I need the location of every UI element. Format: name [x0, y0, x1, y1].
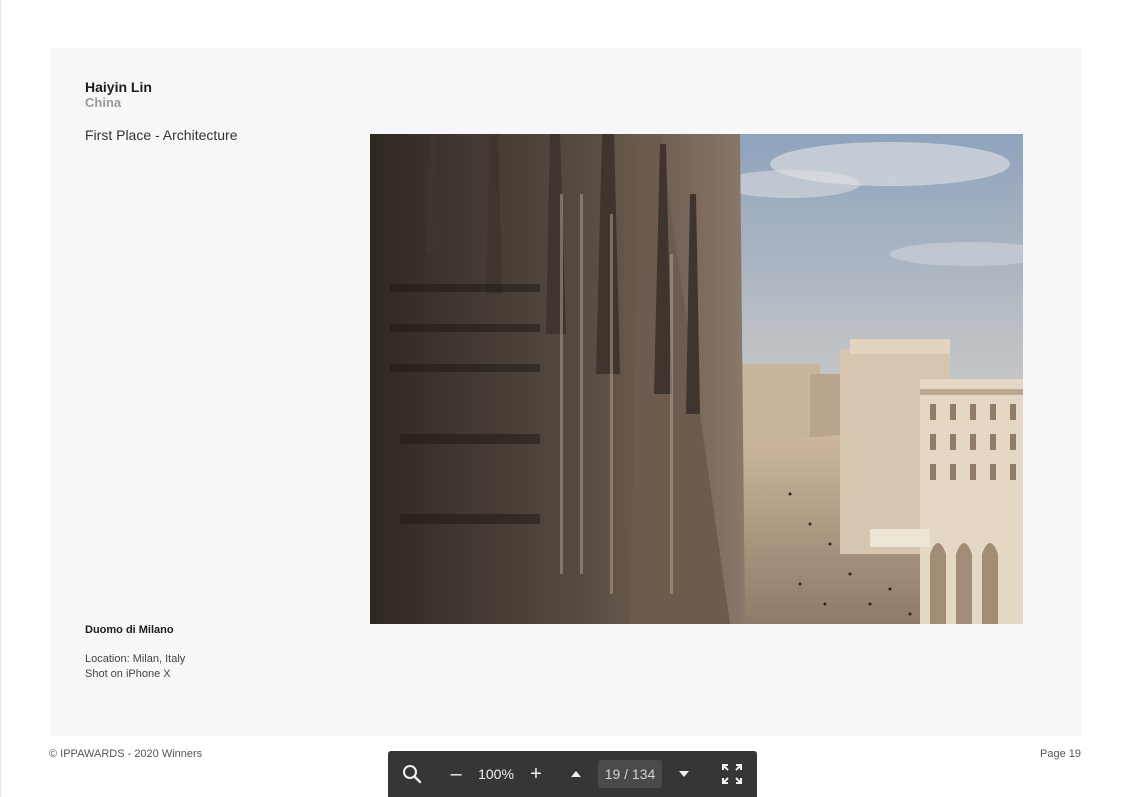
viewer-left-border — [0, 0, 1, 797]
page-number-input[interactable]: 19 / 134 — [598, 760, 662, 788]
photographer-name: Haiyin Lin — [85, 79, 152, 95]
footer-page-number: Page 19 — [1040, 748, 1081, 760]
triangle-up-icon — [571, 771, 581, 777]
photo-title: Duomo di Milano — [85, 624, 174, 636]
search-icon — [403, 765, 422, 784]
zoom-level: 100% — [478, 766, 514, 782]
document-page: Haiyin Lin China First Place - Architect… — [50, 48, 1081, 736]
footer-copyright: © IPPAWARDS - 2020 Winners — [49, 748, 203, 760]
zoom-in-button[interactable]: + — [524, 751, 548, 797]
photographer-country: China — [85, 95, 122, 110]
photo-location: Location: Milan, Italy — [85, 653, 186, 665]
triangle-down-icon — [679, 771, 689, 777]
award-category: First Place - Architecture — [85, 127, 238, 143]
zoom-out-button[interactable]: – — [444, 751, 468, 797]
winning-photo — [370, 134, 1023, 624]
fullscreen-button[interactable] — [718, 751, 746, 797]
photo-device: Shot on iPhone X — [85, 668, 171, 680]
previous-page-button[interactable] — [564, 751, 588, 797]
viewer-toolbar: – 100% + 19 / 134 — [388, 751, 757, 797]
cathedral-photo-illustration — [370, 134, 1023, 624]
search-button[interactable] — [398, 751, 426, 797]
fullscreen-icon — [722, 764, 742, 784]
next-page-button[interactable] — [672, 751, 696, 797]
